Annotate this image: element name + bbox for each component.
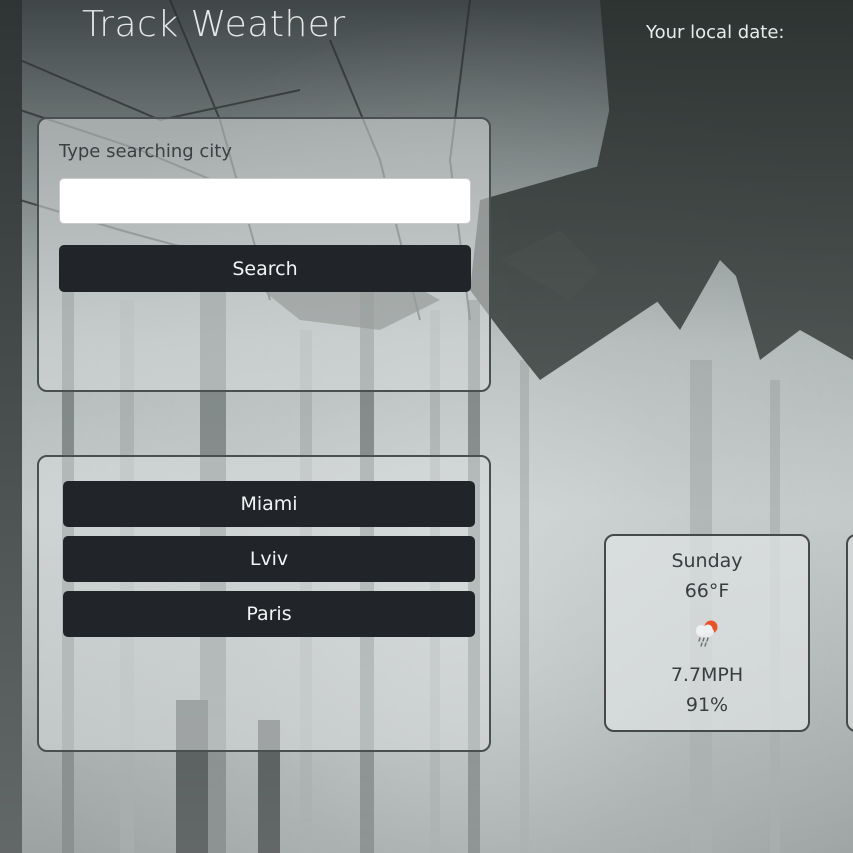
search-button[interactable]: Search bbox=[59, 245, 471, 292]
city-button-lviv[interactable]: Lviv bbox=[63, 536, 475, 582]
city-search-input[interactable] bbox=[59, 178, 471, 224]
app-title: Track Weather bbox=[82, 4, 346, 45]
forecast-card-next-partial bbox=[846, 534, 853, 732]
search-panel: Type searching city Search bbox=[37, 117, 491, 392]
local-date-label: Your local date: bbox=[646, 22, 785, 43]
city-button-miami[interactable]: Miami bbox=[63, 481, 475, 527]
forecast-wind: 7.7MPH bbox=[670, 664, 744, 686]
city-button-paris[interactable]: Paris bbox=[63, 591, 475, 637]
forecast-temp: 66°F bbox=[684, 580, 730, 602]
forecast-day: Sunday bbox=[671, 550, 743, 572]
forecast-humidity: 91% bbox=[685, 694, 729, 716]
forecast-card: Sunday 66°F 7.7MPH 91% bbox=[604, 534, 810, 732]
city-history-panel: Miami Lviv Paris bbox=[37, 455, 491, 752]
search-label: Type searching city bbox=[59, 141, 233, 162]
rain-cloud-sun-icon bbox=[696, 620, 718, 647]
